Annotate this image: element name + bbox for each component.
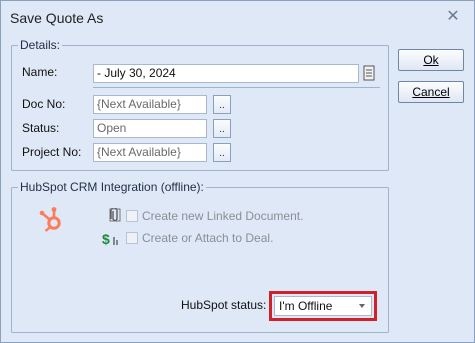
status-label: Status: (22, 121, 60, 135)
hubspot-legend: HubSpot CRM Integration (offline): (18, 180, 206, 194)
doc-no-input[interactable]: {Next Available} (93, 95, 207, 114)
svg-text:$: $ (102, 231, 110, 247)
project-no-input[interactable]: {Next Available} (93, 143, 207, 162)
doc-no-label: Doc No: (22, 97, 66, 111)
ok-button[interactable]: Ok (398, 49, 464, 71)
hubspot-group: HubSpot CRM Integration (offline): Creat… (11, 180, 389, 333)
hubspot-status-label: HubSpot status: (181, 298, 267, 312)
close-icon[interactable]: ✕ (444, 8, 462, 26)
title-bar: Save Quote As ✕ (1, 1, 474, 35)
dropdown-arrow-icon (359, 304, 365, 308)
window-title: Save Quote As (10, 10, 104, 26)
attach-deal-label: Create or Attach to Deal. (142, 231, 274, 245)
hubspot-status-select[interactable]: I'm Offline (274, 296, 372, 316)
attach-deal-checkbox[interactable] (126, 232, 138, 244)
notes-icon[interactable] (363, 65, 375, 81)
hubspot-logo-icon (39, 206, 63, 232)
status-input[interactable]: Open (93, 119, 207, 138)
paperclip-icon (109, 206, 121, 222)
details-separator (93, 87, 380, 88)
create-linked-doc-label: Create new Linked Document. (142, 209, 304, 223)
project-no-label: Project No: (22, 145, 82, 159)
hubspot-status-value: I'm Offline (279, 299, 333, 313)
cancel-button[interactable]: Cancel (398, 81, 464, 103)
cancel-button-label: Cancel (412, 85, 450, 99)
name-label: Name: (22, 65, 58, 79)
doc-no-browse-button[interactable]: .. (213, 95, 231, 114)
save-quote-dialog: Save Quote As ✕ Details: Name: - July 30… (0, 0, 475, 343)
create-linked-doc-checkbox[interactable] (126, 210, 138, 222)
ok-button-label: Ok (423, 53, 439, 67)
details-group: Details: Name: - July 30, 2024 Doc No: {… (11, 38, 389, 171)
project-no-browse-button[interactable]: .. (213, 143, 231, 162)
details-legend: Details: (18, 38, 63, 52)
name-input[interactable]: - July 30, 2024 (93, 64, 359, 83)
deal-dollar-icon: $ (102, 231, 122, 247)
status-browse-button[interactable]: .. (213, 119, 231, 138)
